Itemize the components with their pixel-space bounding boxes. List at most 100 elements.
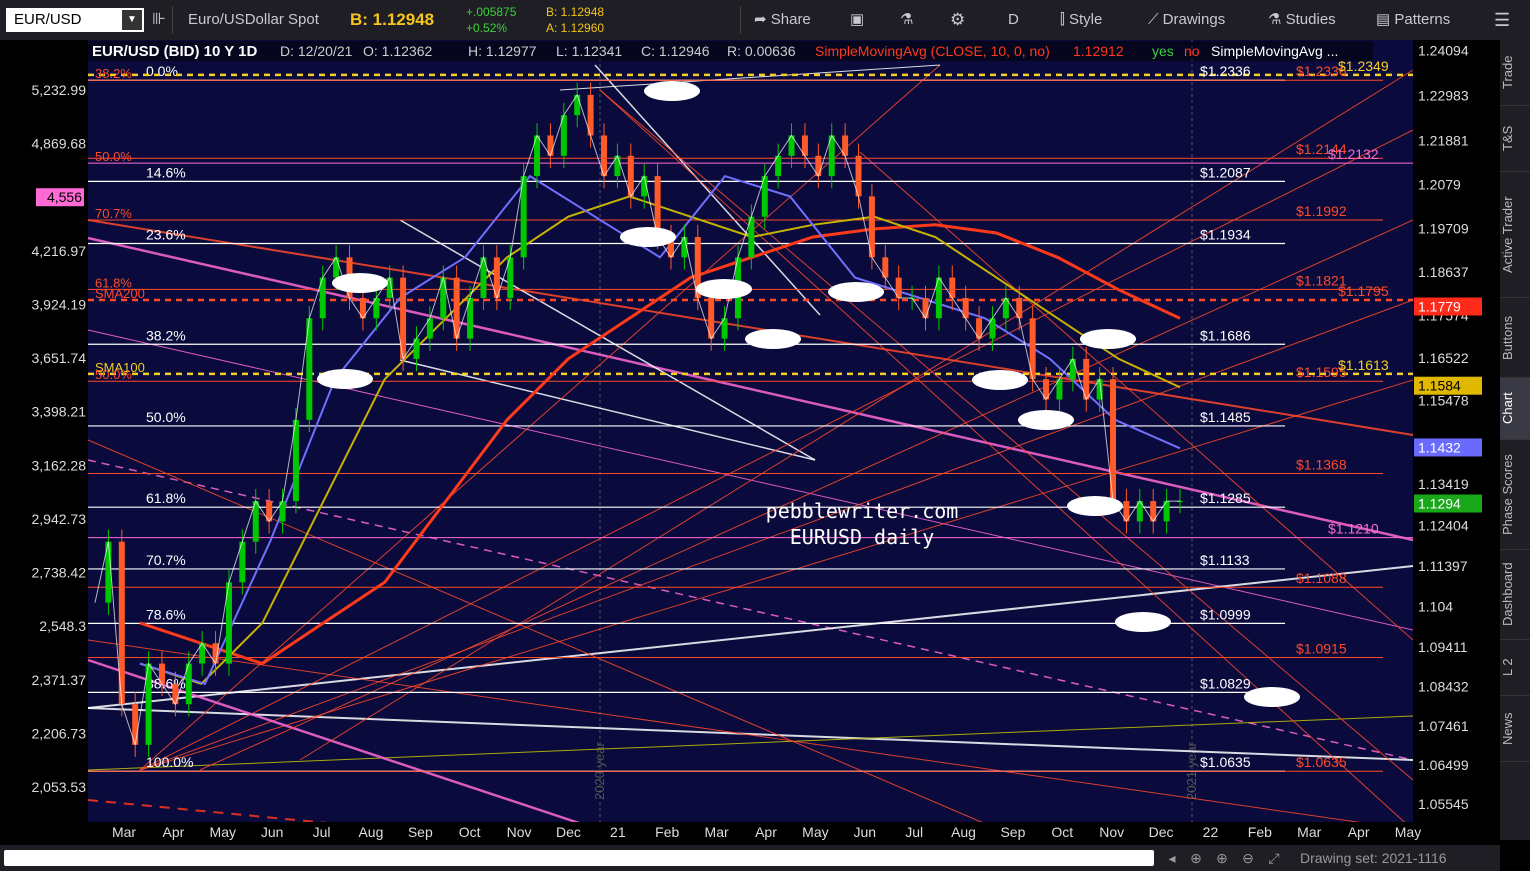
fib-red-label: $1.1088 bbox=[1296, 570, 1347, 586]
x-tick-label: Sep bbox=[408, 824, 433, 840]
x-tick-label: Jul bbox=[313, 824, 331, 840]
symbol-description: Euro/USDollar Spot bbox=[188, 11, 319, 28]
tab-chart[interactable]: Chart bbox=[1500, 378, 1530, 440]
key-level-label: $1.1795 bbox=[1338, 283, 1389, 299]
tab-trade[interactable]: Trade bbox=[1500, 40, 1530, 106]
left-fib-label: 38.2% bbox=[95, 66, 132, 81]
drawing-ellipse[interactable] bbox=[828, 282, 884, 302]
price-tag-label: 1.1432 bbox=[1418, 439, 1461, 455]
legend-item: C: 1.12946 bbox=[641, 43, 710, 59]
left-tick-label: 2,548.3 bbox=[39, 618, 86, 634]
drawing-ellipse[interactable] bbox=[1067, 496, 1123, 516]
zoom-out-icon[interactable]: ⊖ bbox=[1238, 848, 1258, 868]
x-tick-label: Jul bbox=[905, 824, 923, 840]
style-button[interactable]: ⫿ Style bbox=[1060, 0, 1102, 40]
right-tick-label: 1.18637 bbox=[1418, 264, 1469, 280]
tab-news[interactable]: News bbox=[1500, 696, 1530, 762]
fib-price-label: $1.1686 bbox=[1200, 327, 1251, 343]
tab-l-2[interactable]: L 2 bbox=[1500, 640, 1530, 696]
right-panel-tabs: Trade T&S Active Trader Buttons Chart Phase S… bbox=[1500, 40, 1530, 840]
drawing-ellipse[interactable] bbox=[332, 273, 388, 293]
x-tick-label: Mar bbox=[705, 824, 729, 840]
chevron-down-icon[interactable]: ▼ bbox=[122, 10, 142, 30]
legend-item: EUR/USD (BID) 10 Y 1D bbox=[92, 43, 257, 60]
share-button[interactable]: ➦ Share bbox=[754, 0, 811, 40]
x-tick-label: Apr bbox=[1348, 824, 1370, 840]
drawing-set-label: Drawing set: 2021-1116 bbox=[1300, 850, 1447, 866]
plot-background bbox=[88, 40, 1413, 822]
price-tag-label: 1.1779 bbox=[1418, 298, 1461, 314]
right-tick-label: 1.16522 bbox=[1418, 350, 1469, 366]
drawing-ellipse[interactable] bbox=[745, 329, 801, 349]
drawing-ellipse[interactable] bbox=[644, 81, 700, 101]
drawing-ellipse[interactable] bbox=[1244, 687, 1300, 707]
legend-item: yes bbox=[1152, 43, 1174, 59]
fib-red-label: $1.1992 bbox=[1296, 203, 1347, 219]
right-tick-label: 1.09411 bbox=[1418, 639, 1468, 655]
layout-icon[interactable]: ▣ bbox=[850, 0, 864, 40]
drawing-ellipse[interactable] bbox=[972, 370, 1028, 390]
x-tick-label: 21 bbox=[610, 824, 626, 840]
tab-phase-scores[interactable]: Phase Scores bbox=[1500, 440, 1530, 550]
x-tick-label: May bbox=[210, 824, 236, 840]
drawing-ellipse[interactable] bbox=[696, 279, 752, 299]
studies-button[interactable]: ⚗ Studies bbox=[1268, 0, 1336, 40]
chart-area[interactable]: 2020 year 2021 year 0.0% 14.6% 23.6% 38.2% 50… bbox=[0, 40, 1500, 845]
watermark-site: pebblewriter.com bbox=[766, 499, 959, 523]
drawing-ellipse[interactable] bbox=[1018, 410, 1074, 430]
right-axis-band bbox=[1413, 40, 1500, 822]
share-icon: ➦ bbox=[754, 11, 771, 28]
patterns-button[interactable]: ▤ Patterns bbox=[1376, 0, 1450, 40]
fib-label: 70.7% bbox=[146, 552, 186, 568]
right-tick-label: 1.104 bbox=[1418, 599, 1453, 615]
expand-icon[interactable]: ⤢ bbox=[1264, 848, 1284, 868]
tab-buttons[interactable]: Buttons bbox=[1500, 298, 1530, 378]
flask-icon[interactable]: ⚗ bbox=[900, 0, 913, 40]
chart-svg[interactable]: 2020 year 2021 year 0.0%14.6%23.6%38.2%50… bbox=[0, 40, 1500, 845]
x-tick-label: Apr bbox=[162, 824, 184, 840]
watermark-title: EURUSD daily bbox=[790, 525, 935, 549]
legend-item: L: 1.12341 bbox=[556, 43, 622, 59]
x-tick-label: Dec bbox=[556, 824, 581, 840]
fib-price-label: $1.1485 bbox=[1200, 409, 1251, 425]
crosshair-icon[interactable]: ⊕ bbox=[1186, 848, 1206, 868]
link-icon[interactable]: ⊪ bbox=[152, 0, 166, 40]
drawing-ellipse[interactable] bbox=[620, 227, 676, 247]
x-tick-label: May bbox=[802, 824, 828, 840]
left-tick-label: 4,216.97 bbox=[32, 243, 87, 259]
gear-icon[interactable]: ⚙ bbox=[950, 0, 965, 40]
right-tick-label: 1.07461 bbox=[1418, 718, 1469, 734]
fib-price-label: $1.2336 bbox=[1200, 63, 1251, 79]
zoom-in-icon[interactable]: ⊕ bbox=[1212, 848, 1232, 868]
tab-active-trader[interactable]: Active Trader bbox=[1500, 172, 1530, 298]
menu-icon[interactable]: ☰ bbox=[1494, 0, 1510, 40]
drawing-ellipse[interactable] bbox=[317, 369, 373, 389]
symbol-value: EUR/USD bbox=[14, 11, 82, 28]
drawing-ellipse[interactable] bbox=[1080, 329, 1136, 349]
period-button[interactable]: D bbox=[1008, 0, 1019, 40]
x-tick-label: Apr bbox=[755, 824, 777, 840]
right-tick-label: 1.15478 bbox=[1418, 392, 1469, 408]
legend-item: R: 0.00636 bbox=[727, 43, 796, 59]
time-scrollbar[interactable] bbox=[4, 850, 1154, 866]
left-fib-label: 50.0% bbox=[95, 149, 132, 164]
divider bbox=[740, 6, 741, 34]
legend-item: SimpleMovingAvg (CLOSE, 10, 0, no) bbox=[815, 43, 1050, 59]
tab-t-s[interactable]: T&S bbox=[1500, 106, 1530, 172]
fib-price-label: $1.0999 bbox=[1200, 606, 1251, 622]
tab-dashboard[interactable]: Dashboard bbox=[1500, 550, 1530, 640]
x-tick-label: Mar bbox=[112, 824, 136, 840]
legend-item: no bbox=[1184, 43, 1200, 59]
drawing-ellipse[interactable] bbox=[1115, 612, 1171, 632]
style-label: Style bbox=[1068, 11, 1103, 28]
drawings-button[interactable]: ⟋ Drawings bbox=[1148, 0, 1225, 40]
left-tick-label: 3,651.74 bbox=[32, 350, 87, 366]
x-tick-label: Dec bbox=[1149, 824, 1174, 840]
fib-label: 14.6% bbox=[146, 164, 186, 180]
chevron-left-icon[interactable]: ◂ bbox=[1162, 848, 1182, 868]
magenta-label: $1.2132 bbox=[1328, 146, 1379, 162]
symbol-input[interactable]: EUR/USD ▼ bbox=[6, 8, 144, 32]
left-tick-label: 5,232.99 bbox=[32, 82, 87, 98]
x-tick-label: Jun bbox=[853, 824, 876, 840]
divider bbox=[172, 6, 173, 34]
